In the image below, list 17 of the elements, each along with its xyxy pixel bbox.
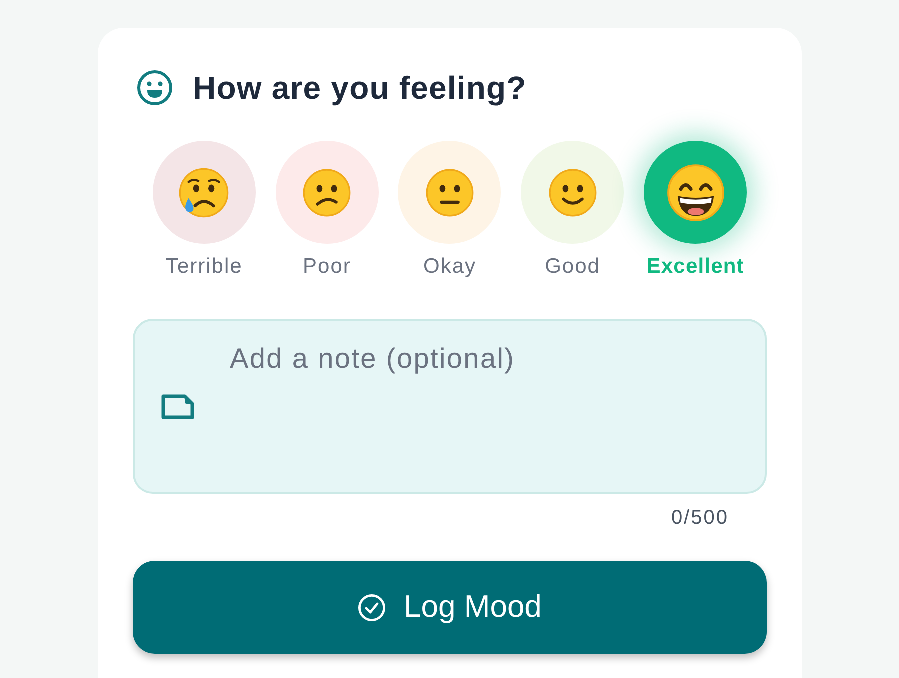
note-field[interactable]: Add a note (optional) [133,319,767,494]
mood-label: Okay [423,254,476,279]
neutral-face-icon [424,168,475,218]
mood-label: Terrible [166,254,243,279]
note-icon [160,393,196,421]
mood-label: Excellent [646,254,744,279]
check-circle-icon [358,594,386,622]
log-mood-button[interactable]: Log Mood [133,561,767,654]
mood-label: Good [545,254,600,279]
frowning-face-icon [302,168,352,218]
crying-face-icon [178,166,230,218]
title: How are you feeling? [193,70,527,106]
mood-label: Poor [303,254,352,279]
smiling-face-icon [548,168,598,218]
grinning-face-icon [666,162,726,222]
character-counter: 0/500 [671,507,729,529]
smiley-icon [137,70,173,106]
